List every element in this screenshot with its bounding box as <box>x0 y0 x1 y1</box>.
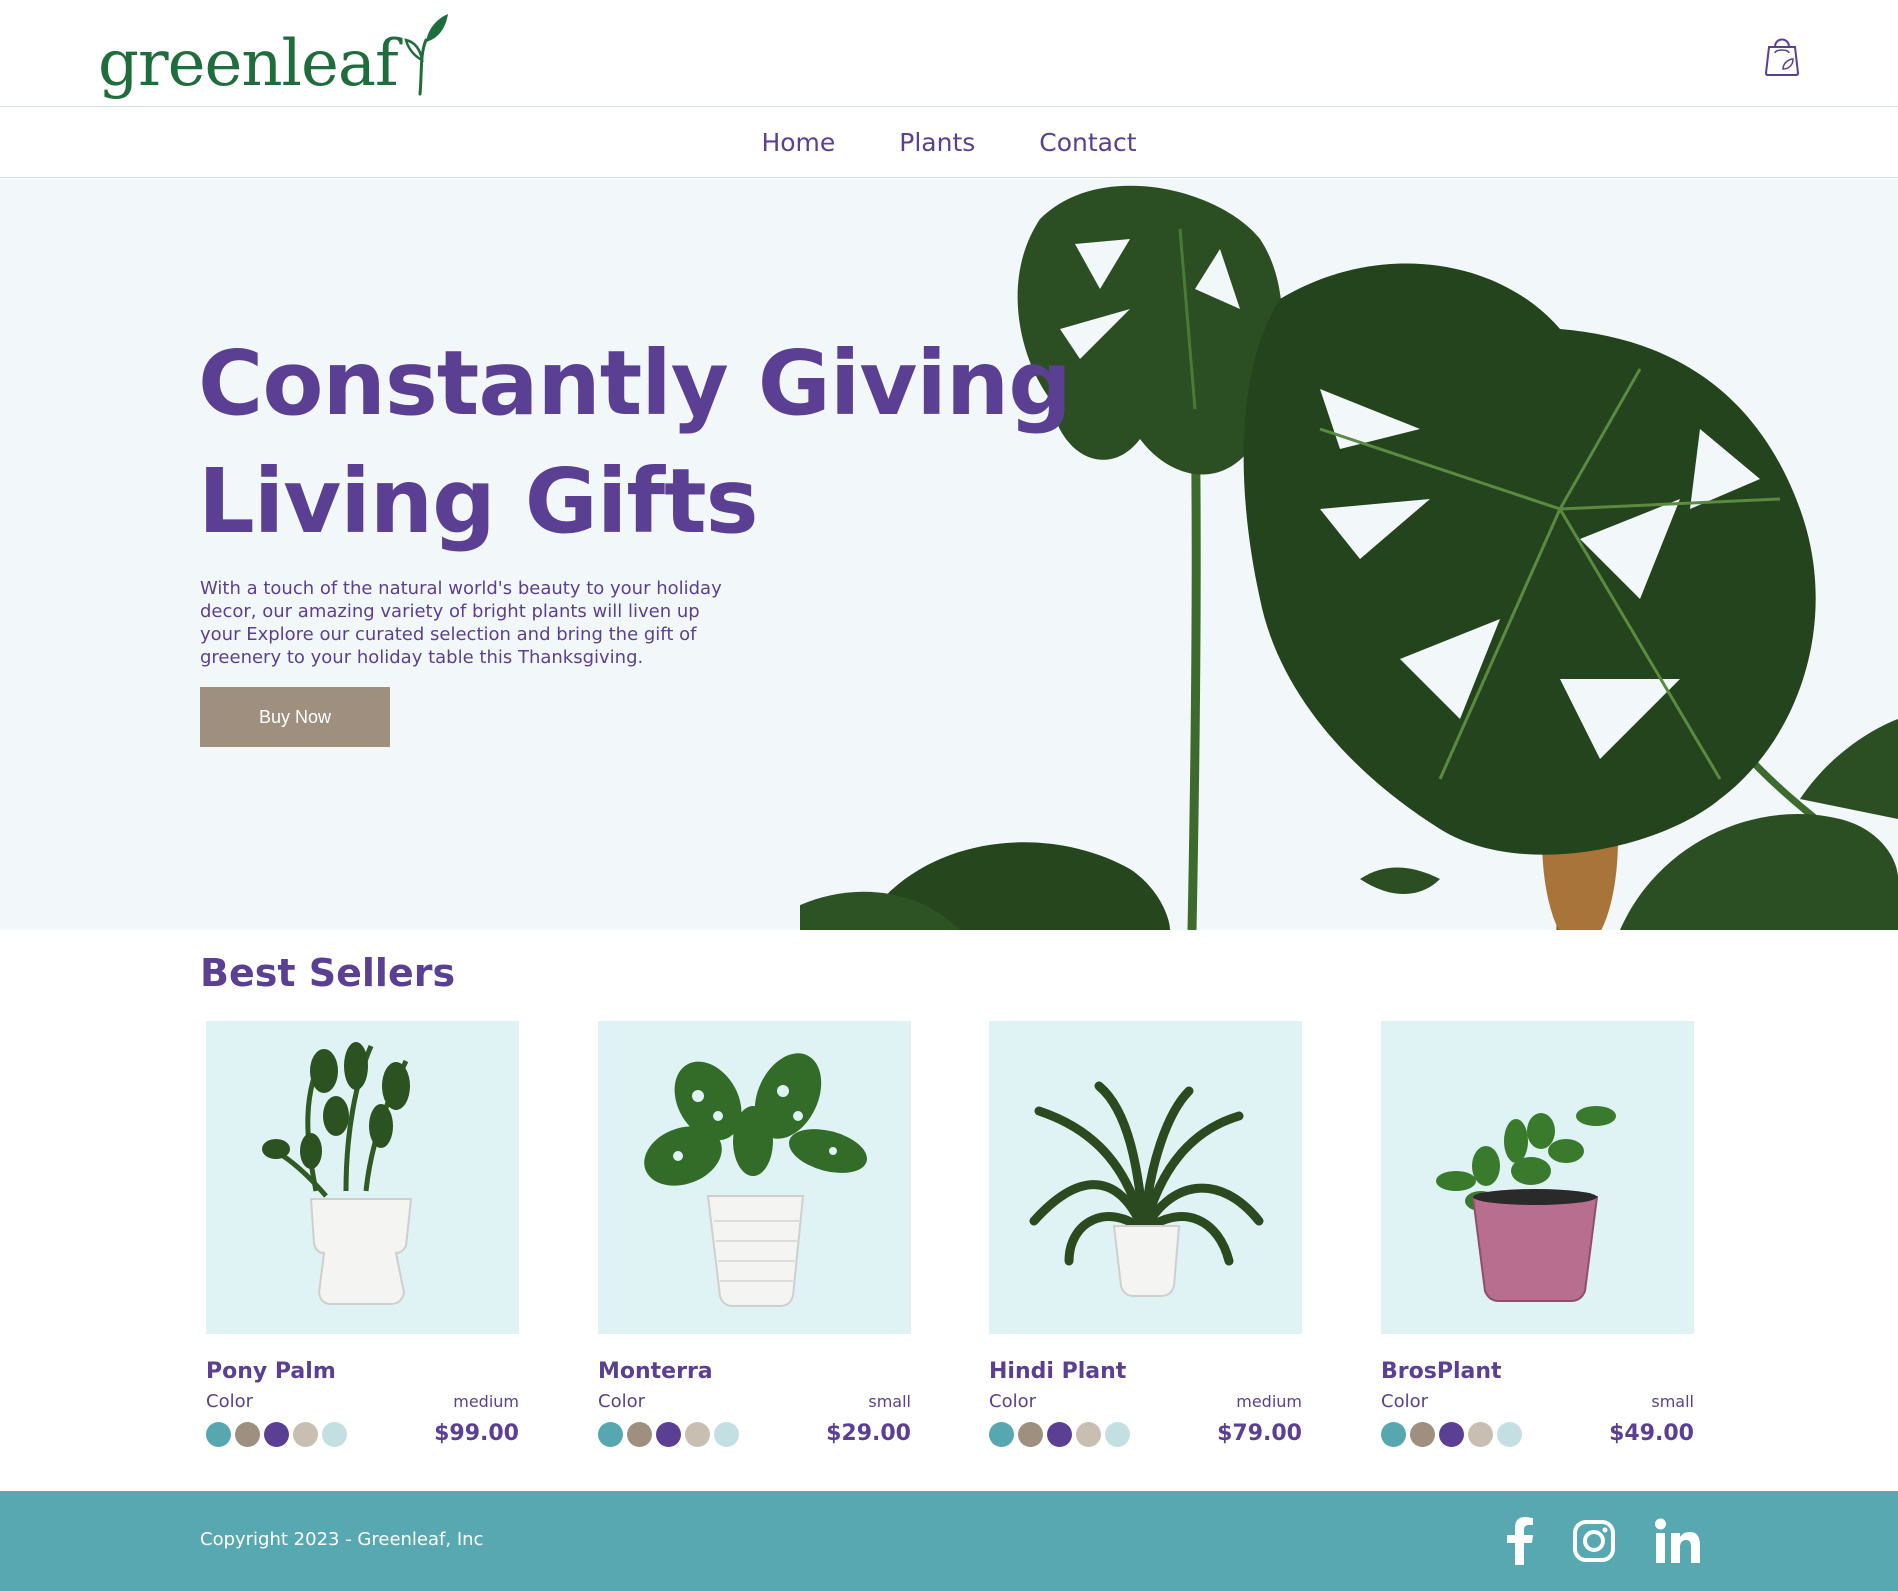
color-label: Color <box>989 1391 1036 1412</box>
buy-now-button[interactable]: Buy Now <box>200 687 390 747</box>
best-sellers-title: Best Sellers <box>200 951 456 995</box>
color-swatches <box>206 1422 347 1447</box>
color-swatch-purple[interactable] <box>1047 1422 1072 1447</box>
product-image[interactable] <box>206 1021 519 1334</box>
nav-home[interactable]: Home <box>761 128 835 157</box>
color-label: Color <box>206 1391 253 1412</box>
product-price: $99.00 <box>434 1421 519 1446</box>
color-swatch-light-blue[interactable] <box>322 1422 347 1447</box>
color-swatch-beige[interactable] <box>685 1422 710 1447</box>
color-swatches <box>1381 1422 1522 1447</box>
color-swatch-taupe[interactable] <box>627 1422 652 1447</box>
product-name[interactable]: Hindi Plant <box>989 1359 1126 1384</box>
product-card[interactable]: Hindi Plant Color medium $79.00 <box>989 1021 1302 1461</box>
product-card[interactable]: Pony Palm Color medium $99.00 <box>206 1021 519 1461</box>
color-label: Color <box>598 1391 645 1412</box>
color-swatch-purple[interactable] <box>264 1422 289 1447</box>
product-grid: Pony Palm Color medium $99.00 Monterra C… <box>206 1021 1694 1461</box>
color-swatch-beige[interactable] <box>1468 1422 1493 1447</box>
site-header: greenleaf <box>0 0 1898 107</box>
color-swatches <box>989 1422 1130 1447</box>
product-size: small <box>1651 1392 1694 1411</box>
product-size: medium <box>1236 1392 1302 1411</box>
product-size: small <box>868 1392 911 1411</box>
product-price: $79.00 <box>1217 1421 1302 1446</box>
color-swatch-purple[interactable] <box>1439 1422 1464 1447</box>
color-swatch-teal[interactable] <box>206 1422 231 1447</box>
color-swatch-taupe[interactable] <box>1410 1422 1435 1447</box>
hero-title: Constantly Giving Living Gifts <box>198 331 1072 553</box>
shopping-bag-icon[interactable] <box>1763 33 1801 77</box>
product-image[interactable] <box>989 1021 1302 1334</box>
main-nav: Home Plants Contact <box>0 108 1898 178</box>
greenleaf-logo[interactable]: greenleaf <box>98 12 450 96</box>
product-image[interactable] <box>598 1021 911 1334</box>
sprout-icon <box>403 14 448 96</box>
copyright-text: Copyright 2023 - Greenleaf, Inc <box>200 1529 484 1550</box>
linkedin-icon[interactable] <box>1655 1517 1701 1565</box>
product-name[interactable]: BrosPlant <box>1381 1359 1502 1384</box>
nav-contact[interactable]: Contact <box>1039 128 1136 157</box>
color-swatch-taupe[interactable] <box>1018 1422 1043 1447</box>
color-swatch-purple[interactable] <box>656 1422 681 1447</box>
color-swatch-teal[interactable] <box>1381 1422 1406 1447</box>
hero-description: With a touch of the natural world's beau… <box>200 578 722 668</box>
hindi-plant-image <box>1029 1081 1264 1297</box>
product-price: $49.00 <box>1609 1421 1694 1446</box>
product-price: $29.00 <box>826 1421 911 1446</box>
color-swatches <box>598 1422 739 1447</box>
monterra-image <box>644 1053 867 1307</box>
hero-banner: Constantly Giving Living Gifts With a to… <box>0 179 1898 930</box>
color-swatch-taupe[interactable] <box>235 1422 260 1447</box>
product-name[interactable]: Pony Palm <box>206 1359 336 1384</box>
site-footer: Copyright 2023 - Greenleaf, Inc <box>0 1491 1898 1591</box>
product-image[interactable] <box>1381 1021 1694 1334</box>
product-size: medium <box>453 1392 519 1411</box>
brosplant-image <box>1436 1106 1616 1302</box>
logo-wordmark: greenleaf <box>98 27 399 101</box>
color-swatch-beige[interactable] <box>293 1422 318 1447</box>
product-name[interactable]: Monterra <box>598 1359 713 1384</box>
instagram-icon[interactable] <box>1572 1517 1616 1565</box>
color-swatch-beige[interactable] <box>1076 1422 1101 1447</box>
product-card[interactable]: Monterra Color small $29.00 <box>598 1021 911 1461</box>
product-card[interactable]: BrosPlant Color small $49.00 <box>1381 1021 1694 1461</box>
color-swatch-light-blue[interactable] <box>714 1422 739 1447</box>
color-swatch-light-blue[interactable] <box>1105 1422 1130 1447</box>
color-swatch-teal[interactable] <box>598 1422 623 1447</box>
pony-palm-image <box>262 1042 413 1305</box>
facebook-icon[interactable] <box>1505 1517 1535 1565</box>
color-label: Color <box>1381 1391 1428 1412</box>
color-swatch-teal[interactable] <box>989 1422 1014 1447</box>
nav-plants[interactable]: Plants <box>899 128 975 157</box>
color-swatch-light-blue[interactable] <box>1497 1422 1522 1447</box>
